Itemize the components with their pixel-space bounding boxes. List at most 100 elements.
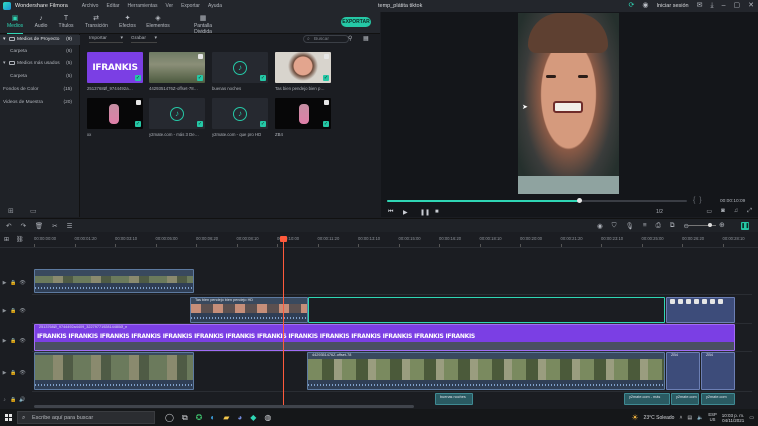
clock[interactable]: 10:03 p. m. 04/11/2021 [722, 413, 745, 423]
timeline-horizontal-scrollbar[interactable] [34, 405, 414, 408]
timeline-clip-audio[interactable]: y2mate.com [701, 393, 735, 405]
eye-icon[interactable]: 👁 [18, 370, 27, 376]
import-dropdown[interactable]: Importar [89, 35, 123, 43]
media-item[interactable]: ✓ 4429351476Z-offset-78… [149, 52, 205, 91]
account-icon[interactable]: ◉ [642, 1, 648, 11]
timeline-clip-image[interactable]: ZB4 [666, 352, 700, 390]
minimize-icon[interactable]: – [722, 1, 726, 11]
tab-efectos[interactable]: ✦ Efectos [119, 14, 136, 29]
zoom-slider[interactable] [688, 223, 716, 227]
tab-titulos[interactable]: T Títulos [58, 14, 74, 29]
volume-icon[interactable]: ♫ [734, 208, 739, 215]
add-track-icon[interactable]: ⊞ [4, 236, 9, 243]
weather-text[interactable]: 23°C Soleado [644, 415, 675, 421]
tab-pantalla-dividida[interactable]: ▦ Pantalla Dividida [185, 14, 221, 35]
menu-herramientas[interactable]: Herramientas [128, 3, 158, 9]
timeline-clip-audio[interactable]: y2mate.com - más [624, 393, 670, 405]
download-icon[interactable]: ⤓ [710, 1, 713, 11]
sidebar-item-medios-proyecto[interactable]: ▾ Medios de Proyecto (9) [0, 35, 80, 45]
pause-icon[interactable]: ❚❚ [420, 209, 430, 216]
timeline-clip-image[interactable]: ZB4 [701, 352, 735, 390]
notifications-icon[interactable]: ▭ [749, 415, 754, 421]
media-item[interactable]: ♪ ✓ buenas noches [212, 52, 268, 91]
media-search-input[interactable]: ⌕ Buscar [303, 35, 349, 43]
edge-icon[interactable]: ◐ [210, 413, 215, 423]
tab-medios[interactable]: ▣ Medios [7, 14, 23, 34]
sidebar-item-medios-usados[interactable]: ▾ Medios más usados (5) [0, 59, 80, 69]
sidebar-item-fondos-color[interactable]: Fondos de Color (15) [0, 85, 80, 95]
close-icon[interactable]: ✕ [748, 1, 754, 11]
xbox-icon[interactable]: ✪ [196, 413, 203, 423]
lock-icon[interactable]: 🔒 [9, 397, 18, 403]
tab-transicion[interactable]: ⇄ Transición [85, 14, 108, 29]
cut-icon[interactable]: ✂ [52, 222, 57, 230]
chevron-up-icon[interactable]: ˄ [679, 415, 682, 421]
snap-icon[interactable]: ⧉ [670, 222, 675, 230]
login-link[interactable]: Iniciar sesión [657, 3, 689, 9]
filter-icon[interactable]: ⚲ [348, 35, 352, 42]
delete-icon[interactable]: 🗑 [35, 222, 43, 230]
task-view-grid-icon[interactable]: ⧉ [182, 413, 188, 423]
filmora-taskbar-icon[interactable]: ◆ [250, 413, 256, 423]
snapshot-icon[interactable]: ◙ [721, 208, 725, 215]
media-item[interactable]: ♪ ✓ y2mate.com - más 3 De… [149, 98, 205, 137]
obs-icon[interactable]: ◍ [264, 413, 271, 423]
menu-ayuda[interactable]: Ayuda [208, 3, 222, 9]
display-icon[interactable]: ▭ [706, 208, 712, 215]
tab-elementos[interactable]: ◈ Elementos [146, 14, 170, 29]
timeline-ruler[interactable]: ⊞ ⛓ 00:00:00:00 00:00:01:20 00:00:03:10 00:… [0, 232, 758, 248]
mark-in-out-icon[interactable]: { } [693, 197, 702, 204]
timeline-clip-selected[interactable] [308, 297, 665, 323]
menu-ver[interactable]: Ver [166, 3, 174, 9]
sidebar-item-videos-muestra[interactable]: Videos de Muestra (20) [0, 98, 80, 108]
lock-icon[interactable]: 🔒 [9, 308, 18, 314]
undo-icon[interactable]: ↶ [6, 222, 11, 230]
sidebar-item-carpeta-usados[interactable]: Carpeta (5) [0, 72, 80, 82]
timeline-clip-audio[interactable]: y2mate.com [671, 393, 699, 405]
timeline-clip-video[interactable] [34, 352, 194, 390]
media-item[interactable]: ♪ ✓ y2mate.com - que pro HD [212, 98, 268, 137]
timeline-clip-video[interactable] [34, 269, 194, 293]
media-item[interactable]: IFRANKIS ✓ 2513768Ø_9744492a… [87, 52, 143, 91]
tab-audio[interactable]: ♪ Audio [34, 14, 48, 29]
pause-icon[interactable]: ❚❚ [741, 222, 749, 230]
stop-icon[interactable]: ■ [435, 209, 439, 215]
playback-quality-select[interactable]: 1/2 [656, 209, 663, 215]
sidebar-item-carpeta-proyecto[interactable]: Carpeta (6) [0, 47, 80, 57]
lock-icon[interactable]: 🔒 [9, 370, 18, 376]
captions-icon[interactable]: ⎙ [656, 222, 661, 230]
microphone-icon[interactable]: 🎙 [626, 222, 634, 230]
menu-editar[interactable]: Editar [106, 3, 119, 9]
maximize-icon[interactable]: ▢ [734, 1, 741, 11]
zoom-in-icon[interactable]: ⊕ [719, 221, 725, 229]
speaker-icon[interactable]: 🔈 [697, 415, 703, 421]
timeline-clip-image-sequence[interactable] [666, 297, 735, 323]
speaker-icon[interactable]: 🔊 [18, 397, 27, 403]
fullscreen-icon[interactable]: ⤢ [747, 208, 752, 215]
windows-start-icon[interactable] [5, 414, 12, 421]
timeline-clip-video[interactable]: Tas bien pendejo bien pendejo HD [190, 297, 308, 323]
menu-exportar[interactable]: Exportar [181, 3, 200, 9]
task-view-icon[interactable]: ◯ [165, 413, 174, 423]
previous-frame-icon[interactable]: ⏮ [388, 209, 393, 216]
sync-icon[interactable]: ⟳ [629, 1, 635, 11]
media-item[interactable]: ✓ Tas bien pendejo bien p… [275, 52, 331, 91]
link-icon[interactable]: ⛓ [16, 236, 24, 243]
timeline-clip-twitch-image[interactable]: 2513768Ø_9744492a4409_3227977192814480Ø_… [34, 324, 735, 351]
folder-open-icon[interactable]: ▭ [30, 207, 37, 215]
shield-icon[interactable]: ⛉ [612, 222, 617, 230]
mixer-icon[interactable]: ≡ [643, 222, 647, 230]
file-explorer-icon[interactable]: ▰ [223, 413, 229, 423]
network-icon[interactable]: ▤ [687, 415, 692, 421]
taskbar-search-input[interactable]: ⌕ Escribe aquí para buscar [17, 411, 155, 424]
menu-archivo[interactable]: Archivo [82, 3, 99, 9]
adjust-icon[interactable]: ☰ [67, 222, 73, 230]
eye-icon[interactable]: 👁 [18, 308, 27, 314]
new-folder-icon[interactable]: ⊞ [8, 207, 14, 215]
play-icon[interactable]: ▶ [403, 209, 408, 216]
eye-icon[interactable]: 👁 [18, 338, 27, 344]
render-icon[interactable]: ◉ [597, 222, 603, 230]
preview-scrub-bar[interactable] [387, 198, 687, 203]
grid-view-icon[interactable]: ▦ [363, 35, 369, 42]
lock-icon[interactable]: 🔒 [9, 280, 18, 286]
